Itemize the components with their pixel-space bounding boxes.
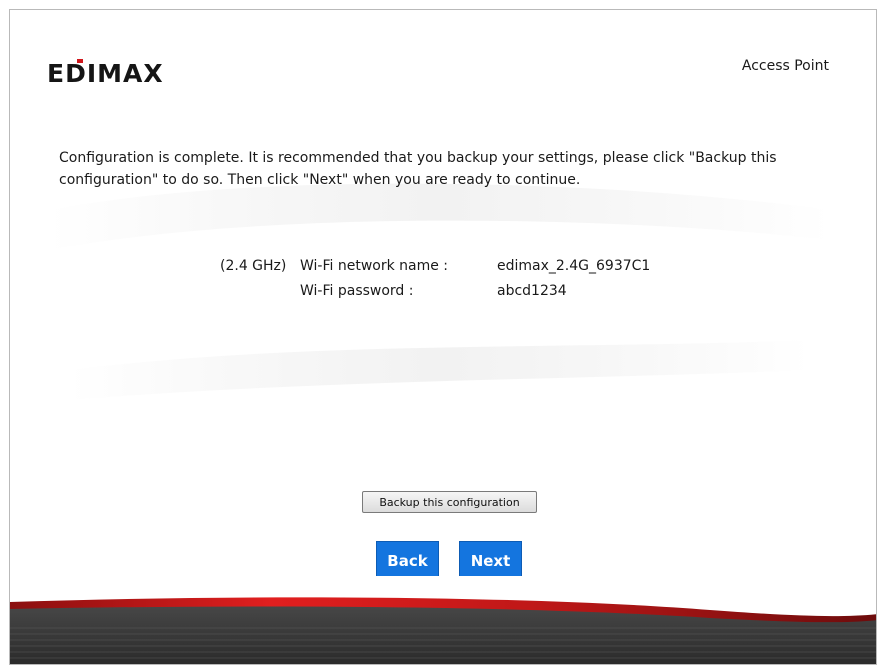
footer-banner (10, 576, 876, 664)
wifi-name-label: Wi-Fi network name : (300, 258, 449, 274)
completion-message: Configuration is complete. It is recomme… (59, 150, 777, 188)
edimax-logo: EDIMAX (47, 59, 164, 86)
svg-text:EDIMAX: EDIMAX (47, 59, 164, 86)
backup-configuration-button[interactable]: Backup this configuration (362, 491, 537, 513)
background-swoosh (50, 183, 830, 400)
back-button[interactable]: Back (376, 541, 439, 581)
device-type-label: Access Point (741, 58, 829, 74)
setup-wizard-window: EDIMAX Access Point Configuration is com… (9, 9, 877, 665)
next-button[interactable]: Next (459, 541, 522, 581)
wifi-name-value: edimax_2.4G_6937C1 (497, 258, 651, 274)
wifi-password-value: abcd1234 (497, 283, 567, 299)
wifi-band-label: (2.4 GHz) (220, 258, 287, 274)
wifi-password-label: Wi-Fi password : (300, 283, 414, 299)
